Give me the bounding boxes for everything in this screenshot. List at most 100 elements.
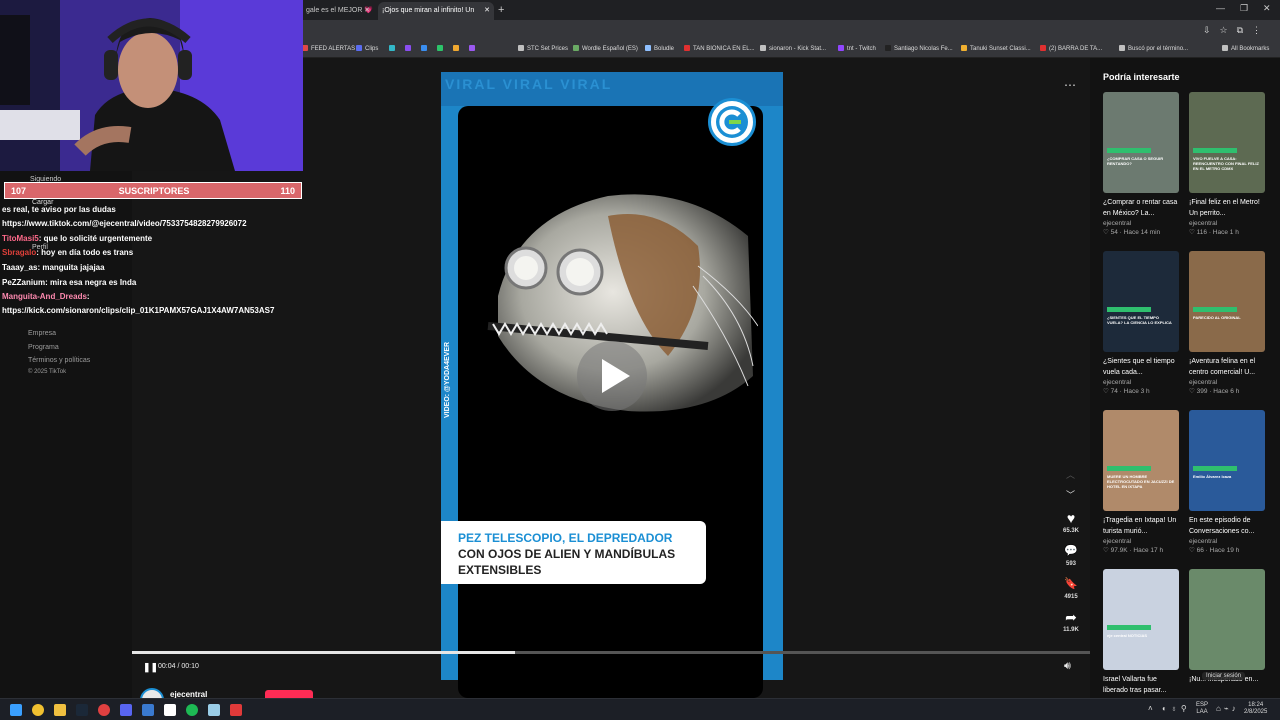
video-thumbnail[interactable]: PARECIDO AL ORIGINAL <box>1189 251 1265 352</box>
comment-button[interactable]: 💬 593 <box>1058 543 1084 567</box>
bookmark-item[interactable]: Santiago Nicolas Fe... <box>885 45 953 52</box>
heart-icon: ♡ <box>1189 547 1197 554</box>
chrome-icon[interactable] <box>32 704 44 716</box>
footer-link-programa[interactable]: Programa <box>28 344 59 351</box>
bookmark-item[interactable] <box>421 45 430 52</box>
like-button[interactable]: ♥ 65.3K <box>1058 510 1084 534</box>
bookmark-item[interactable] <box>469 45 478 52</box>
play-button[interactable] <box>577 341 647 411</box>
video-thumbnail[interactable]: ¿COMPRAR CASA O SEGUIR RENTANDO? <box>1103 92 1179 193</box>
chat-username[interactable]: Sbragalo <box>2 248 36 257</box>
bookmark-item[interactable]: (2) BARRA DE TA... <box>1040 45 1102 52</box>
browser-tab[interactable]: gale es el MEJOR 💗 ✕ <box>302 2 374 20</box>
app-icon[interactable] <box>164 704 176 716</box>
bookmark-item[interactable]: Clips <box>356 45 378 52</box>
bookmark-item[interactable]: All Bookmarks <box>1222 45 1269 52</box>
pause-icon[interactable]: ❚❚ <box>143 662 158 673</box>
recommended-video-card[interactable]: ¿COMPRAR CASA O SEGUIR RENTANDO? ¿Comprar… <box>1103 92 1179 238</box>
sub-goal-label: SUSCRIPTORES <box>118 186 190 196</box>
close-icon[interactable]: ✕ <box>364 2 370 20</box>
window-close-icon[interactable]: ✕ <box>1263 3 1271 14</box>
app-icon[interactable] <box>208 704 220 716</box>
card-title[interactable]: En este episodio de Conversaciones co... <box>1189 515 1265 537</box>
video-thumbnail[interactable]: eje central NOTICIAS <box>1103 569 1179 670</box>
toolbar-icons[interactable]: ⇩☆⧉⋮ <box>1203 25 1270 36</box>
chat-username[interactable]: Taaay_as <box>2 263 37 272</box>
bookmark-item[interactable]: sionaron - Kick Stat... <box>760 45 826 52</box>
app-icon[interactable] <box>98 704 110 716</box>
tray-chevron-icon[interactable]: ˄ <box>1148 705 1153 713</box>
chat-text: : mira esa negra es Inda <box>45 278 137 287</box>
card-author[interactable]: ejecentral <box>1103 219 1179 228</box>
login-tooltip[interactable]: Iniciar sesión <box>1202 672 1246 680</box>
card-title[interactable]: ¡Final feliz en el Metro! Un perrito... <box>1189 197 1265 219</box>
recommended-video-card[interactable]: MUERE UN HOMBRE ELECTROCUTADO EN JACUZZI… <box>1103 410 1179 556</box>
progress-bar[interactable] <box>132 651 1090 654</box>
card-author[interactable]: ejecentral <box>1103 537 1179 546</box>
bookmark-item[interactable] <box>437 45 446 52</box>
windows-start-icon[interactable] <box>10 704 22 716</box>
discord-icon[interactable] <box>120 704 132 716</box>
app-icon[interactable] <box>142 704 154 716</box>
recommended-video-card[interactable]: eje central NOTICIAS Israel Vallarta fue … <box>1103 569 1179 696</box>
browser-tab-active[interactable]: ¡Ojos que miran al infinito! Un ✕ <box>378 2 494 20</box>
chat-username[interactable]: PeZZanium <box>2 278 45 287</box>
share-icon: ➦ <box>1065 609 1077 625</box>
bookmark-item[interactable] <box>453 45 462 52</box>
streamer-webcam <box>0 0 303 171</box>
video-thumbnail[interactable] <box>1189 569 1265 670</box>
card-author[interactable]: ejecentral <box>1103 378 1179 387</box>
bookmark-item[interactable] <box>405 45 414 52</box>
card-author[interactable]: ejecentral <box>1189 219 1265 228</box>
bookmark-button[interactable]: 🔖 4915 <box>1058 576 1084 600</box>
chat-message: PeZZanium: mira esa negra es Inda <box>2 278 136 287</box>
network-volume-icons[interactable]: ⌂⌁♪ <box>1216 705 1239 713</box>
close-icon[interactable]: ✕ <box>484 2 490 20</box>
chat-username[interactable]: Manguita-And_Dreads <box>2 292 87 301</box>
chevron-up-icon[interactable]: ︿ <box>1066 468 1075 481</box>
share-button[interactable]: ➦ 11.9K <box>1058 609 1084 633</box>
app-icon[interactable] <box>230 704 242 716</box>
bookmark-item[interactable]: Tanuki Sunset Classi... <box>961 45 1031 52</box>
bookmark-favicon-icon <box>518 45 524 51</box>
more-options-icon[interactable]: ⋯ <box>1064 78 1076 92</box>
bookmark-item[interactable]: TAN BIONICA EN EL... <box>684 45 755 52</box>
chevron-down-icon[interactable]: ﹀ <box>1066 488 1075 501</box>
bookmark-item[interactable] <box>389 45 398 52</box>
footer-link-terminos[interactable]: Términos y políticas <box>28 357 90 364</box>
chat-username[interactable]: TitoMasi5 <box>2 234 39 243</box>
caption-line-1: PEZ TELESCOPIO, EL DEPREDADOR <box>458 531 673 545</box>
recommended-video-card[interactable]: PARECIDO AL ORIGINAL ¡Aventura felina en … <box>1189 251 1265 397</box>
tray-icons[interactable]: ◐♁⚲ <box>1162 705 1191 713</box>
video-thumbnail[interactable]: VIVO FUELVE A CASA: REENCUENTRO CON FINA… <box>1189 92 1265 193</box>
recommended-video-card[interactable]: VIVO FUELVE A CASA: REENCUENTRO CON FINA… <box>1189 92 1265 238</box>
language-indicator[interactable]: ESP LAA <box>1196 702 1208 716</box>
bookmark-item[interactable]: Buscó por el término... <box>1119 45 1188 52</box>
card-author[interactable]: ejecentral <box>1189 537 1265 546</box>
volume-icon[interactable]: 🔊︎ <box>1064 660 1071 673</box>
card-title[interactable]: ¡Tragedia en Ixtapa! Un turista murió... <box>1103 515 1179 537</box>
video-thumbnail[interactable]: MUERE UN HOMBRE ELECTROCUTADO EN JACUZZI… <box>1103 410 1179 511</box>
maximize-icon[interactable]: ❐ <box>1240 3 1248 14</box>
spotify-icon[interactable] <box>186 704 198 716</box>
video-thumbnail[interactable]: ¿SIENTES QUE EL TIEMPO VUELA? LA CIENCIA… <box>1103 251 1179 352</box>
recommended-video-card[interactable]: Emilio Álvarez Icaza En este episodio de … <box>1189 410 1265 556</box>
clock[interactable]: 18:24 2/8/2025 <box>1244 702 1267 716</box>
bookmark-item[interactable]: Boludle <box>645 45 674 52</box>
bookmark-item[interactable]: tnt - Twitch <box>838 45 876 52</box>
bookmark-item[interactable]: STC Set Prices <box>518 45 568 52</box>
bookmark-item[interactable]: Wordle Español (ES) <box>573 45 638 52</box>
file-explorer-icon[interactable] <box>54 704 66 716</box>
card-title[interactable]: ¡Aventura felina en el centro comercial!… <box>1189 356 1265 378</box>
video-thumbnail[interactable]: Emilio Álvarez Icaza <box>1189 410 1265 511</box>
bookmark-item[interactable]: FEED ALERTAS <box>302 45 355 52</box>
card-title[interactable]: Israel Vallarta fue liberado tras pasar.… <box>1103 674 1179 696</box>
card-author[interactable]: ejecentral <box>1189 378 1265 387</box>
card-title[interactable]: ¿Sientes que el tiempo vuela cada... <box>1103 356 1179 378</box>
card-title[interactable]: ¿Comprar o rentar casa en México? La... <box>1103 197 1179 219</box>
new-tab-button[interactable]: + <box>498 2 504 18</box>
steam-icon[interactable] <box>76 704 88 716</box>
footer-link-empresa[interactable]: Empresa <box>28 330 56 337</box>
minimize-icon[interactable]: — <box>1216 3 1225 13</box>
recommended-video-card[interactable]: ¿SIENTES QUE EL TIEMPO VUELA? LA CIENCIA… <box>1103 251 1179 397</box>
